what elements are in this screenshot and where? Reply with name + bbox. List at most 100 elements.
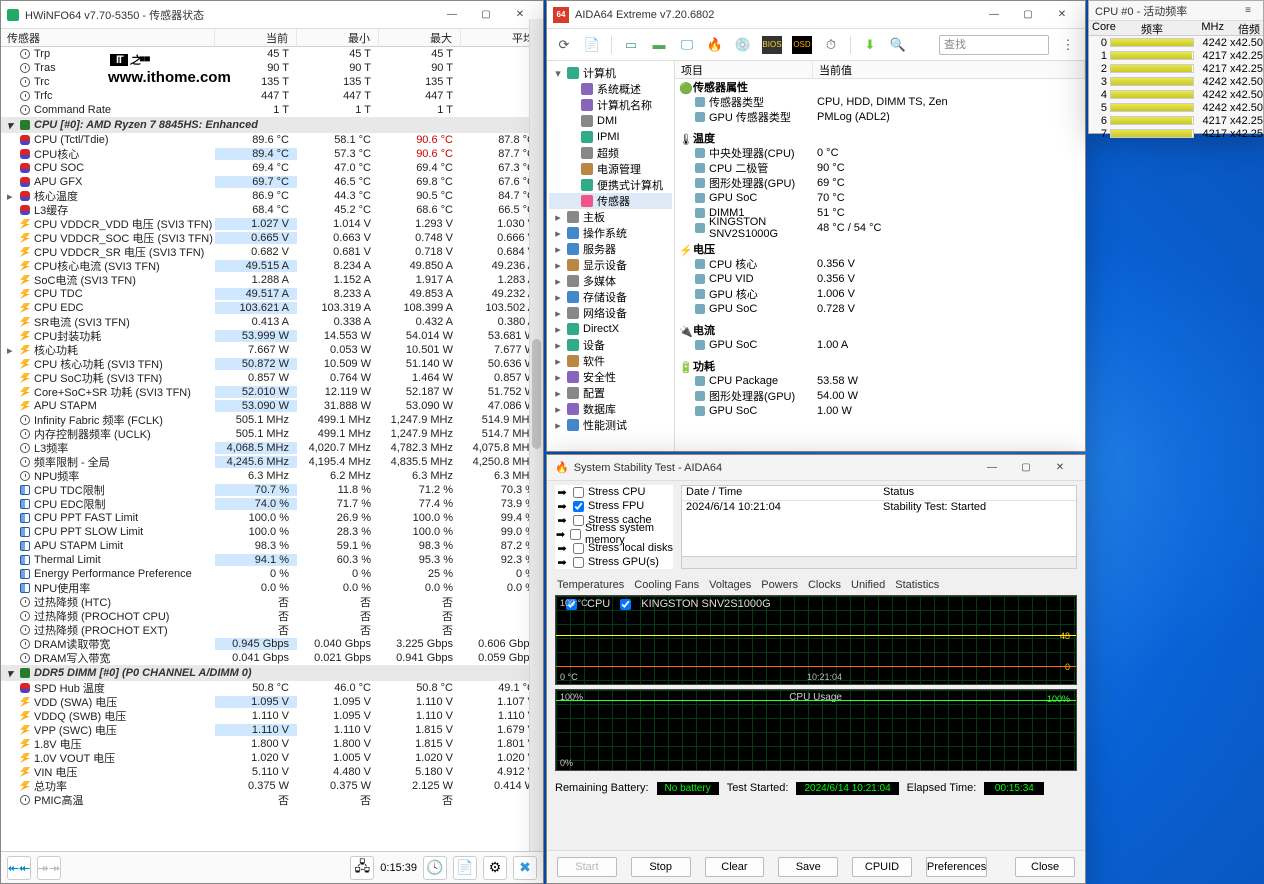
sensor-row[interactable]: CPU SOC 69.4 °C47.0 °C69.4 °C67.3 °C — [1, 161, 543, 175]
tree-node[interactable]: ▸数据库 — [549, 401, 672, 417]
tree-node[interactable]: ▸性能测试 — [549, 417, 672, 433]
minimize-button[interactable]: ― — [977, 4, 1011, 26]
nav-fwd-icon[interactable]: ⯮⯮ — [37, 856, 61, 880]
sensor-row[interactable]: Energy Performance Preference 0 %0 %25 %… — [1, 567, 543, 581]
gauge-icon[interactable]: ⏱ — [822, 36, 840, 54]
cpuid-button[interactable]: CPUID — [852, 857, 912, 877]
maximize-button[interactable]: ▢ — [1009, 457, 1043, 479]
sensor-row[interactable]: CPU封装功耗 53.999 W14.553 W54.014 W53.681 W — [1, 329, 543, 343]
tree-node[interactable]: DMI — [549, 113, 672, 129]
stress-option[interactable]: ➡Stress CPU — [555, 485, 673, 499]
sensor-row[interactable]: L3频率 4,068.5 MHz4,020.7 MHz4,782.3 MHz4,… — [1, 441, 543, 455]
sensor-row[interactable]: CPU核心 89.4 °C57.3 °C90.6 °C87.7 °C — [1, 147, 543, 161]
sensor-row[interactable]: SR电流 (SVI3 TFN) 0.413 A0.338 A0.432 A0.3… — [1, 315, 543, 329]
sensor-row[interactable]: APU STAPM Limit 98.3 %59.1 %98.3 %87.2 % — [1, 539, 543, 553]
tree-node[interactable]: 系统概述 — [549, 81, 672, 97]
stress-checkbox[interactable] — [573, 515, 584, 526]
stress-option[interactable]: ➡Stress GPU(s) — [555, 555, 673, 569]
clock-reset-icon[interactable]: 🕓 — [423, 856, 447, 880]
cpu-titlebar[interactable]: CPU #0 - 活动频率 ≡ — [1089, 1, 1263, 21]
network-icon[interactable]: 🖧 — [350, 856, 374, 880]
sensor-row[interactable]: APU STAPM 53.090 W31.888 W53.090 W47.086… — [1, 399, 543, 413]
vertical-scrollbar[interactable] — [529, 29, 543, 851]
tree-node[interactable]: ▸网络设备 — [549, 305, 672, 321]
tree-node[interactable]: 传感器 — [549, 193, 672, 209]
sensor-row[interactable]: NPU频率 6.3 MHz6.2 MHz6.3 MHz6.3 MHz — [1, 469, 543, 483]
sensor-row[interactable]: Tras 90 T90 T90 T — [1, 61, 543, 75]
tree-node[interactable]: ▸多媒体 — [549, 273, 672, 289]
sensor-row[interactable]: PMIC高温 否否否 — [1, 793, 543, 807]
detail-row[interactable]: CPU 二极管90 °C — [675, 160, 1085, 175]
sensor-row[interactable]: Trp 45 T45 T45 T — [1, 47, 543, 61]
tree-node[interactable]: ▸主板 — [549, 209, 672, 225]
close-button[interactable]: Close — [1015, 857, 1075, 877]
col-sensor[interactable]: 传感器 — [1, 29, 215, 47]
sst-tab[interactable]: Unified — [851, 579, 885, 591]
detail-row[interactable]: 中央处理器(CPU)0 °C — [675, 145, 1085, 160]
tree-node[interactable]: ▸DirectX — [549, 321, 672, 337]
sensor-group[interactable]: ▾CPU [#0]: AMD Ryzen 7 8845HS: Enhanced — [1, 117, 543, 133]
monitor-icon[interactable]: 🖵 — [678, 36, 696, 54]
tree-node[interactable]: ▸软件 — [549, 353, 672, 369]
minimize-button[interactable]: ― — [975, 457, 1009, 479]
detail-row[interactable]: GPU SoC1.00 A — [675, 337, 1085, 352]
detail-row[interactable]: 图形处理器(GPU)54.00 W — [675, 388, 1085, 403]
sensor-row[interactable]: Trfc 447 T447 T447 T — [1, 89, 543, 103]
sensor-group[interactable]: ▾DDR5 DIMM [#0] (P0 CHANNEL A/DIMM 0) — [1, 665, 543, 681]
detail-row[interactable]: 传感器类型CPU, HDD, DIMM TS, Zen — [675, 94, 1085, 109]
detail-row[interactable]: GPU SoC0.728 V — [675, 301, 1085, 316]
tree-node[interactable]: 电源管理 — [549, 161, 672, 177]
sensor-row[interactable]: Thermal Limit 94.1 %60.3 %95.3 %92.3 % — [1, 553, 543, 567]
tree-node[interactable]: 便携式计算机 — [549, 177, 672, 193]
sst-tab[interactable]: Temperatures — [557, 579, 624, 591]
legend-ssd-check[interactable] — [620, 599, 631, 610]
detail-row[interactable]: GPU 传感器类型PMLog (ADL2) — [675, 109, 1085, 124]
maximize-button[interactable]: ▢ — [469, 4, 503, 26]
sensor-row[interactable]: CPU (Tctl/Tdie) 89.6 °C58.1 °C90.6 °C87.… — [1, 133, 543, 147]
sensor-row[interactable]: CPU VDDCR_SOC 电压 (SVI3 TFN) 0.665 V0.663… — [1, 231, 543, 245]
tree-node[interactable]: 计算机名称 — [549, 97, 672, 113]
detail-row[interactable]: GPU SoC1.00 W — [675, 403, 1085, 418]
hwinfo-titlebar[interactable]: HWiNFO64 v7.70-5350 - 传感器状态 ― ▢ ✕ — [1, 1, 543, 29]
sensor-row[interactable]: VDDQ (SWB) 电压 1.110 V1.095 V1.110 V1.110… — [1, 709, 543, 723]
sensor-row[interactable]: CPU TDC 49.517 A8.233 A49.853 A49.232 A — [1, 287, 543, 301]
tree-node[interactable]: ▸配置 — [549, 385, 672, 401]
h-scrollbar[interactable] — [682, 556, 1076, 568]
tree-node[interactable]: ▸安全性 — [549, 369, 672, 385]
close-button[interactable]: ✕ — [1043, 457, 1077, 479]
sensor-row[interactable]: ▸核心温度 86.9 °C44.3 °C90.5 °C84.7 °C — [1, 189, 543, 203]
aida-titlebar[interactable]: 64 AIDA64 Extreme v7.20.6802 ― ▢ ✕ — [547, 1, 1085, 29]
sensor-row[interactable]: NPU使用率 0.0 %0.0 %0.0 %0.0 % — [1, 581, 543, 595]
sensor-row[interactable]: CPU 核心功耗 (SVI3 TFN) 50.872 W10.509 W51.1… — [1, 357, 543, 371]
clear-button[interactable]: Clear — [705, 857, 765, 877]
stop-button[interactable]: Stop — [631, 857, 691, 877]
sst-tab[interactable]: Clocks — [808, 579, 841, 591]
sensor-row[interactable]: VDD (SWA) 电压 1.095 V1.095 V1.110 V1.107 … — [1, 695, 543, 709]
tree-node[interactable]: ▸存储设备 — [549, 289, 672, 305]
sensor-row[interactable]: DRAM读取带宽 0.945 Gbps0.040 Gbps3.225 Gbps0… — [1, 637, 543, 651]
sensor-row[interactable]: VIN 电压 5.110 V4.480 V5.180 V4.912 V — [1, 765, 543, 779]
aida-search[interactable]: 查找 — [939, 35, 1049, 55]
col-current[interactable]: 当前 — [215, 29, 297, 47]
dh-field[interactable]: 项目 — [675, 61, 813, 79]
sensor-row[interactable]: CPU SoC功耗 (SVI3 TFN) 0.857 W0.764 W1.464… — [1, 371, 543, 385]
tree-node[interactable]: ▸操作系统 — [549, 225, 672, 241]
flame-icon[interactable]: 🔥 — [706, 36, 724, 54]
save-button[interactable]: Save — [778, 857, 838, 877]
sensor-row[interactable]: 内存控制器频率 (UCLK) 505.1 MHz499.1 MHz1,247.9… — [1, 427, 543, 441]
sensor-row[interactable]: Infinity Fabric 频率 (FCLK) 505.1 MHz499.1… — [1, 413, 543, 427]
tree-node[interactable]: 超频 — [549, 145, 672, 161]
sst-tab[interactable]: Voltages — [709, 579, 751, 591]
maximize-button[interactable]: ▢ — [1011, 4, 1045, 26]
detail-header[interactable]: 项目 当前值 — [675, 61, 1085, 79]
sensor-row[interactable]: VPP (SWC) 电压 1.110 V1.110 V1.815 V1.679 … — [1, 723, 543, 737]
sensor-row[interactable]: 过热降频 (HTC) 否否否 — [1, 595, 543, 609]
sensor-row[interactable]: CPU EDC 103.621 A103.319 A108.399 A103.5… — [1, 301, 543, 315]
cpu-menu-icon[interactable]: ≡ — [1239, 0, 1257, 22]
board-icon[interactable]: ▭ — [622, 36, 640, 54]
sensor-row[interactable]: APU GFX 69.7 °C46.5 °C69.8 °C67.6 °C — [1, 175, 543, 189]
menu-more-icon[interactable]: ⋮ — [1059, 36, 1077, 54]
tree-node[interactable]: ▾计算机 — [549, 65, 672, 81]
minimize-button[interactable]: ― — [435, 4, 469, 26]
sensor-row[interactable]: DRAM写入带宽 0.041 Gbps0.021 Gbps0.941 Gbps0… — [1, 651, 543, 665]
